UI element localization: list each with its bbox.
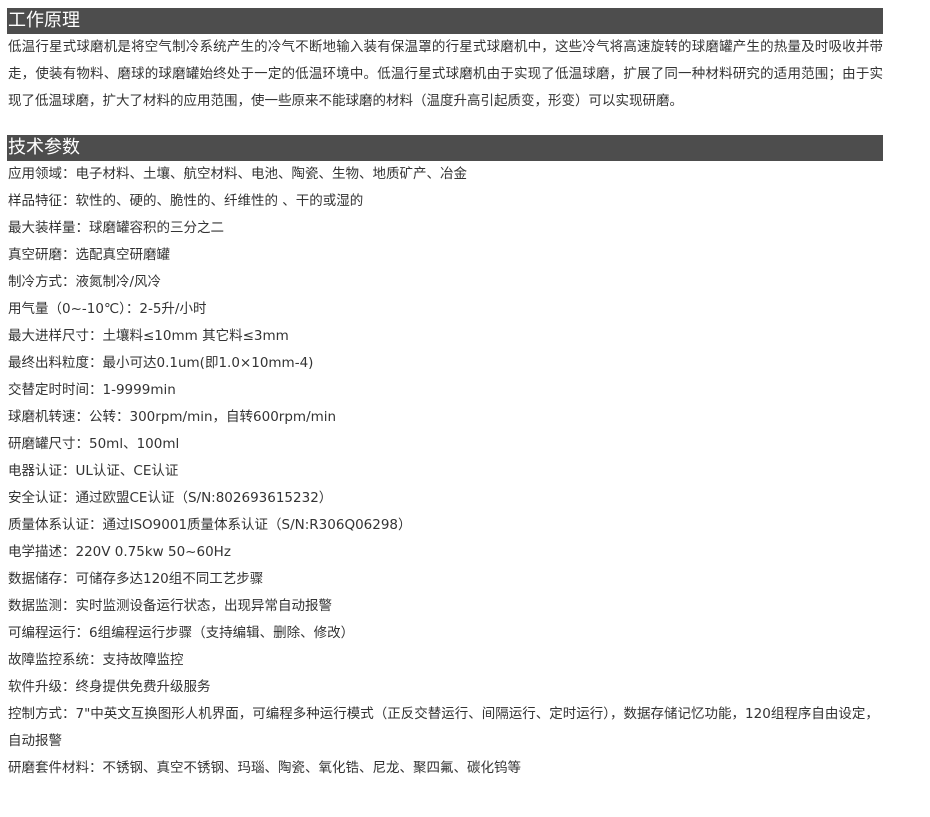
spec-row: 交替定时时间：1-9999min xyxy=(8,382,176,398)
spec-row: 软件升级：终身提供免费升级服务 xyxy=(8,679,211,695)
principle-paragraph: 低温行星式球磨机是将空气制冷系统产生的冷气不断地输入装有保温罩的行星式球磨机中，… xyxy=(8,39,883,109)
spec-row: 最大装样量：球磨罐容积的三分之二 xyxy=(8,220,224,236)
spec-row: 控制方式：7"中英文互换图形人机界面，可编程多种运行模式（正反交替运行、间隔运行… xyxy=(8,706,879,749)
spec-row: 研磨罐尺寸：50ml、100ml xyxy=(8,436,180,452)
spec-row: 研磨套件材料：不锈钢、真空不锈钢、玛瑙、陶瓷、氧化锆、尼龙、聚四氟、碳化钨等 xyxy=(8,760,521,776)
spec-row: 真空研磨：选配真空研磨罐 xyxy=(8,247,170,263)
spec-row: 数据监测：实时监测设备运行状态，出现异常自动报警 xyxy=(8,598,332,614)
spec-row: 应用领域：电子材料、土壤、航空材料、电池、陶瓷、生物、地质矿产、冶金 xyxy=(8,166,467,182)
product-description: 工作原理 低温行星式球磨机是将空气制冷系统产生的冷气不断地输入装有保温罩的行星式… xyxy=(7,8,883,782)
spec-row: 球磨机转速：公转：300rpm/min，自转600rpm/min xyxy=(8,409,337,425)
spec-row: 用气量（0~-10℃）：2-5升/小时 xyxy=(8,301,207,317)
spec-row: 故障监控系统：支持故障监控 xyxy=(8,652,184,668)
spec-row: 可编程运行：6组编程运行步骤（支持编辑、删除、修改） xyxy=(8,625,355,641)
spec-row: 电学描述：220V 0.75kw 50~60Hz xyxy=(8,544,231,560)
spec-list: 应用领域：电子材料、土壤、航空材料、电池、陶瓷、生物、地质矿产、冶金 样品特征：… xyxy=(7,161,883,782)
spec-row: 最大进样尺寸：土壤料≤10mm 其它料≤3mm xyxy=(8,328,289,344)
spec-row: 最终出料粒度：最小可达0.1um(即1.0×10mm-4) xyxy=(8,355,314,371)
spec-row: 质量体系认证：通过ISO9001质量体系认证（S/N:R306Q06298） xyxy=(8,517,412,533)
section-title-principle: 工作原理 xyxy=(7,8,883,34)
spec-row: 制冷方式：液氮制冷/风冷 xyxy=(8,274,162,290)
spec-row: 样品特征：软性的、硬的、脆性的、纤维性的 、干的或湿的 xyxy=(8,193,364,209)
spec-row: 安全认证：通过欧盟CE认证（S/N:802693615232） xyxy=(8,490,333,506)
spec-row: 数据储存：可储存多达120组不同工艺步骤 xyxy=(8,571,264,587)
section-title-specs: 技术参数 xyxy=(7,135,883,161)
spec-row: 电器认证：UL认证、CE认证 xyxy=(8,463,179,479)
